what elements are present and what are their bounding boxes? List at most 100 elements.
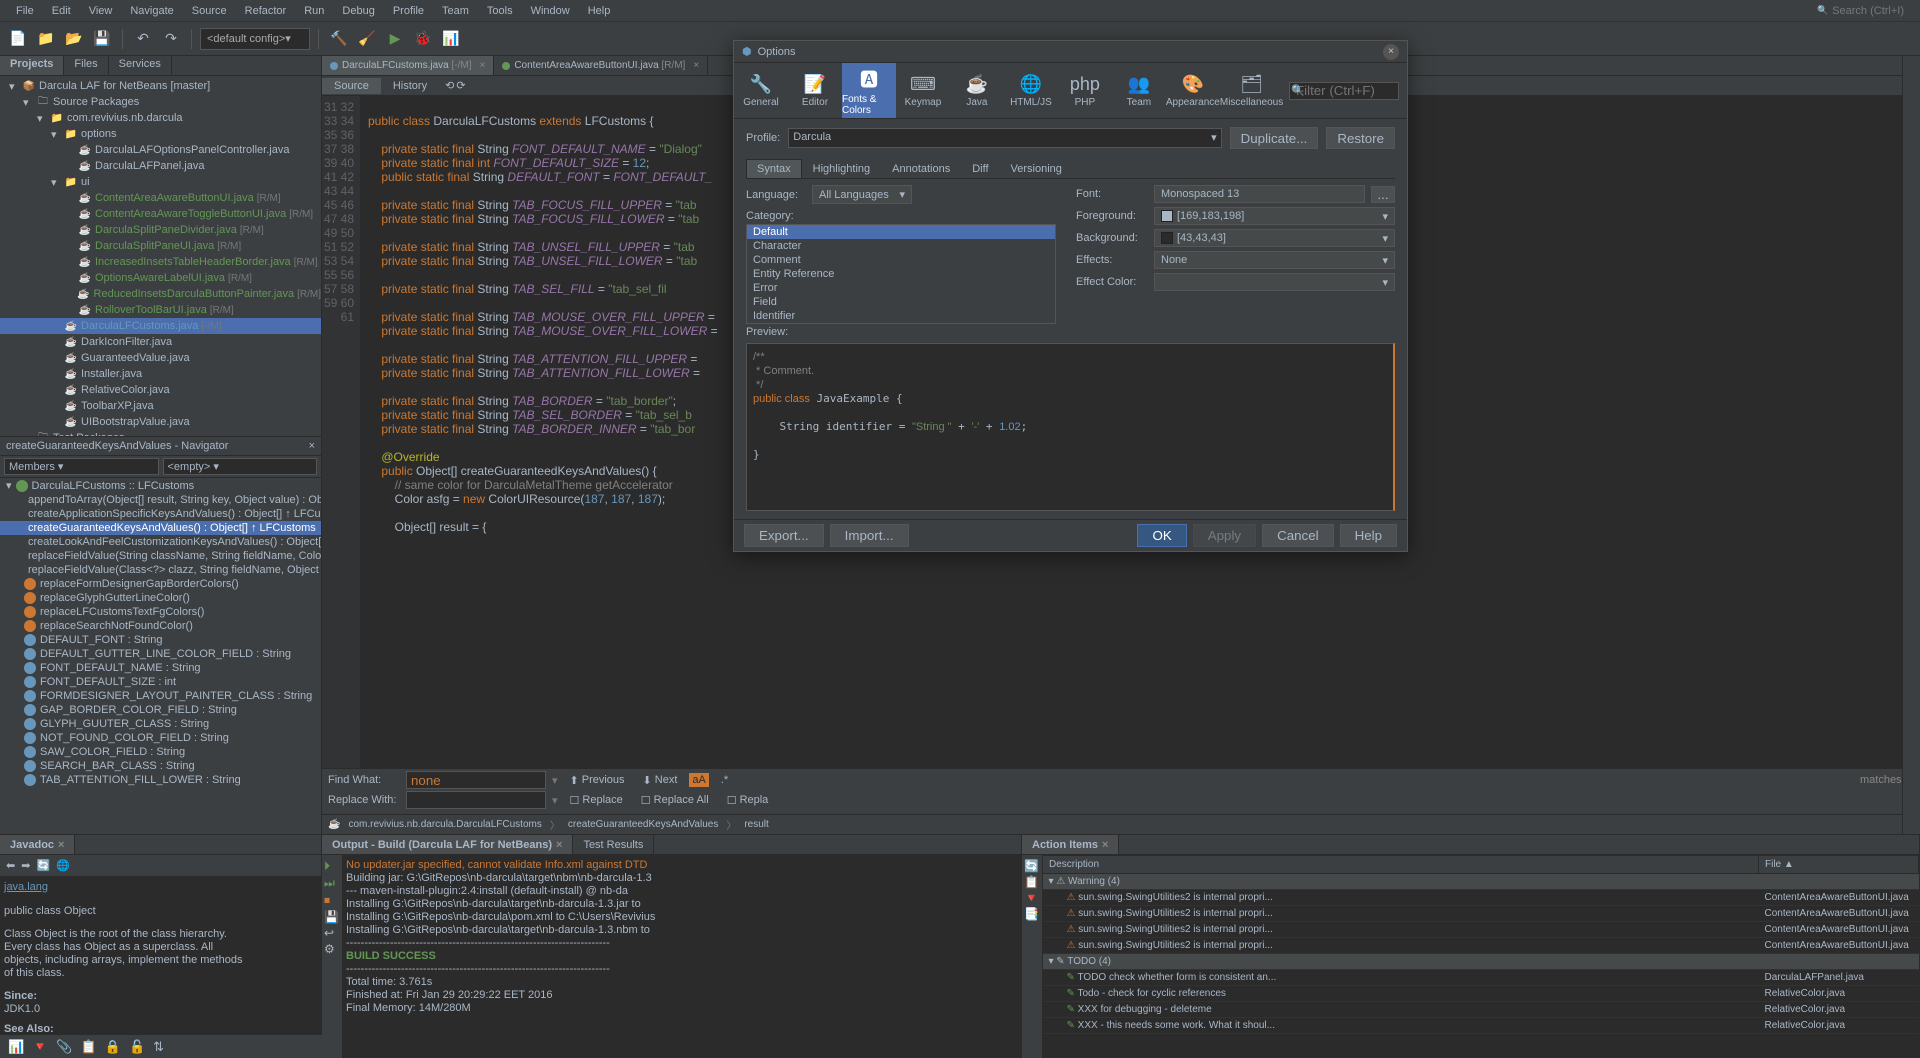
find-previous-button[interactable]: ⬆ Previous — [564, 772, 631, 789]
nav-icon[interactable]: 📋 — [81, 1039, 97, 1055]
javadoc-forward-icon[interactable]: ➡ — [21, 859, 30, 872]
action-scope-icon[interactable]: 📋 — [1024, 875, 1040, 889]
help-button[interactable]: Help — [1340, 524, 1397, 547]
nav-item[interactable]: NOT_FOUND_COLOR_FIELD : String — [0, 731, 321, 745]
nav-item[interactable]: replaceLFCustomsTextFgColors() — [0, 605, 321, 619]
nav-item[interactable]: replaceGlyphGutterLineColor() — [0, 591, 321, 605]
nav-item[interactable]: FORMDESIGNER_LAYOUT_PAINTER_CLASS : Stri… — [0, 689, 321, 703]
nav-icon[interactable]: 📎 — [56, 1039, 72, 1055]
nav-item[interactable]: DEFAULT_GUTTER_LINE_COLOR_FIELD : String — [0, 647, 321, 661]
breadcrumb-class[interactable]: com.revivius.nb.darcula.DarculaLFCustoms — [344, 819, 545, 830]
nav-item[interactable]: GLYPH_GUUTER_CLASS : String — [0, 717, 321, 731]
options-category[interactable]: 🗂Miscellaneous — [1220, 63, 1283, 118]
find-regex-icon[interactable]: .* — [715, 772, 734, 788]
font-value[interactable]: Monospaced 13 — [1154, 185, 1365, 203]
options-category[interactable]: 👥Team — [1112, 63, 1166, 118]
tab-projects[interactable]: Projects — [0, 56, 64, 75]
find-highlight-icon[interactable]: aA — [689, 773, 708, 787]
tab-close-icon[interactable]: × — [693, 60, 699, 71]
javadoc-browser-icon[interactable]: 🌐 — [56, 859, 70, 872]
dialog-titlebar[interactable]: ⬢ Options × — [734, 41, 1407, 63]
nav-item[interactable]: replaceSearchNotFoundColor() — [0, 619, 321, 633]
menu-window[interactable]: Window — [523, 3, 578, 19]
replace-all-button[interactable]: ☐ Replace All — [635, 792, 715, 809]
menu-source[interactable]: Source — [184, 3, 235, 19]
output-settings-icon[interactable]: ⚙ — [324, 942, 340, 956]
fc-tab[interactable]: Versioning — [1000, 159, 1073, 178]
nav-icon[interactable]: 📊 — [8, 1039, 24, 1055]
fc-tab[interactable]: Highlighting — [802, 159, 881, 178]
tree-node[interactable]: ☕Installer.java — [0, 366, 321, 382]
find-input[interactable] — [406, 771, 546, 789]
action-col-file[interactable]: File ▲ — [1759, 856, 1919, 874]
nav-item[interactable]: replaceFieldValue(Class<?> clazz, String… — [0, 563, 321, 577]
cancel-button[interactable]: Cancel — [1262, 524, 1334, 547]
undo-icon[interactable]: ↶ — [131, 27, 155, 51]
effects-dropdown[interactable]: None▾ — [1154, 251, 1395, 269]
profile-icon[interactable]: 📊 — [439, 27, 463, 51]
run-config-dropdown[interactable]: <default config> ▾ — [200, 28, 310, 50]
tree-node[interactable]: ☕RelativeColor.java — [0, 382, 321, 398]
options-category[interactable]: 🎨Appearance — [1166, 63, 1220, 118]
replace-button[interactable]: ☐ Replace — [564, 792, 629, 809]
fc-tab[interactable]: Diff — [961, 159, 999, 178]
options-filter-input[interactable] — [1289, 82, 1399, 100]
replace-input[interactable] — [406, 791, 546, 809]
nav-icon[interactable]: 🔒 — [105, 1039, 121, 1055]
tree-node[interactable]: ☕OptionsAwareLabelUI.java [R/M] — [0, 270, 321, 286]
tree-node[interactable]: ☕DarculaLAFOptionsPanelController.java — [0, 142, 321, 158]
output-content[interactable]: No updater.jar specified, cannot validat… — [342, 855, 1021, 1058]
nav-icon[interactable]: 🔓 — [129, 1039, 145, 1055]
nav-icon[interactable]: ⇅ — [153, 1039, 164, 1055]
tree-node[interactable]: ☕DarculaSplitPaneDivider.java [R/M] — [0, 222, 321, 238]
action-row[interactable]: ✎ TODO check whether form is consistent … — [1043, 970, 1919, 986]
nav-root[interactable]: ▾ DarculaLFCustoms :: LFCustoms — [0, 478, 321, 493]
javadoc-content[interactable]: java.lang public class Object Class Obje… — [0, 877, 321, 1058]
nav-item[interactable]: FONT_DEFAULT_NAME : String — [0, 661, 321, 675]
output-save-icon[interactable]: 💾 — [324, 910, 340, 924]
navigator-view-combo[interactable]: Members ▾ — [4, 458, 159, 475]
duplicate-button[interactable]: Duplicate... — [1230, 127, 1319, 149]
menu-refactor[interactable]: Refactor — [237, 3, 295, 19]
tree-node[interactable]: ☕UIBootstrapValue.java — [0, 414, 321, 430]
tree-node[interactable]: ☕IncreasedInsetsTableHeaderBorder.java [… — [0, 254, 321, 270]
output-rerun-icon[interactable]: ⏵ — [324, 859, 340, 874]
global-search[interactable]: Search (Ctrl+I) — [1809, 3, 1912, 19]
menu-debug[interactable]: Debug — [334, 3, 382, 19]
tree-node[interactable]: ☕GuaranteedValue.java — [0, 350, 321, 366]
export-button[interactable]: Export... — [744, 524, 824, 547]
tree-node[interactable]: ☕RolloverToolBarUI.java [R/M] — [0, 302, 321, 318]
nav-item[interactable]: DEFAULT_FONT : String — [0, 633, 321, 647]
javadoc-refresh-icon[interactable]: 🔄 — [36, 859, 50, 872]
foreground-dropdown[interactable]: [169,183,198]▾ — [1154, 207, 1395, 225]
category-item[interactable]: Character — [747, 239, 1055, 253]
editor-tab[interactable]: ContentAreaAwareButtonUI.java [R/M]× — [494, 56, 708, 75]
action-content[interactable]: Description File ▲ ▾ ⚠ Warning (4)⚠ sun.… — [1042, 855, 1919, 1058]
breadcrumb-var[interactable]: result — [740, 819, 772, 830]
nav-item[interactable]: createGuaranteedKeysAndValues() : Object… — [0, 521, 321, 535]
project-tree[interactable]: ▾📦Darcula LAF for NetBeans [master]▾🗀Sou… — [0, 76, 321, 436]
action-row[interactable]: ✎ XXX - this needs some work. What it sh… — [1043, 1018, 1919, 1034]
subtab-history[interactable]: History — [381, 78, 439, 94]
replace-button2[interactable]: ☐ Repla — [721, 792, 775, 809]
menu-help[interactable]: Help — [580, 3, 619, 19]
subtab-source[interactable]: Source — [322, 78, 381, 94]
ok-button[interactable]: OK — [1137, 524, 1186, 547]
nav-item[interactable]: createApplicationSpecificKeysAndValues()… — [0, 507, 321, 521]
editor-tool-icon[interactable]: ⟲ — [445, 79, 454, 92]
javadoc-back-icon[interactable]: ⬅ — [6, 859, 15, 872]
category-item[interactable]: Field — [747, 295, 1055, 309]
build-icon[interactable]: 🔨 — [327, 27, 351, 51]
new-project-icon[interactable]: 📁 — [34, 27, 58, 51]
effect-color-dropdown[interactable]: ▾ — [1154, 273, 1395, 291]
category-item[interactable]: Default — [747, 225, 1055, 239]
restore-button[interactable]: Restore — [1326, 127, 1395, 149]
tab-javadoc[interactable]: Javadoc× — [0, 835, 75, 854]
nav-item[interactable]: TAB_ATTENTION_FILL_LOWER : String — [0, 773, 321, 787]
menu-tools[interactable]: Tools — [479, 3, 521, 19]
menu-run[interactable]: Run — [296, 3, 332, 19]
options-category[interactable]: ⌨Keymap — [896, 63, 950, 118]
nav-item[interactable]: replaceFieldValue(String className, Stri… — [0, 549, 321, 563]
menu-edit[interactable]: Edit — [44, 3, 79, 19]
nav-item[interactable]: createLookAndFeelCustomizationKeysAndVal… — [0, 535, 321, 549]
